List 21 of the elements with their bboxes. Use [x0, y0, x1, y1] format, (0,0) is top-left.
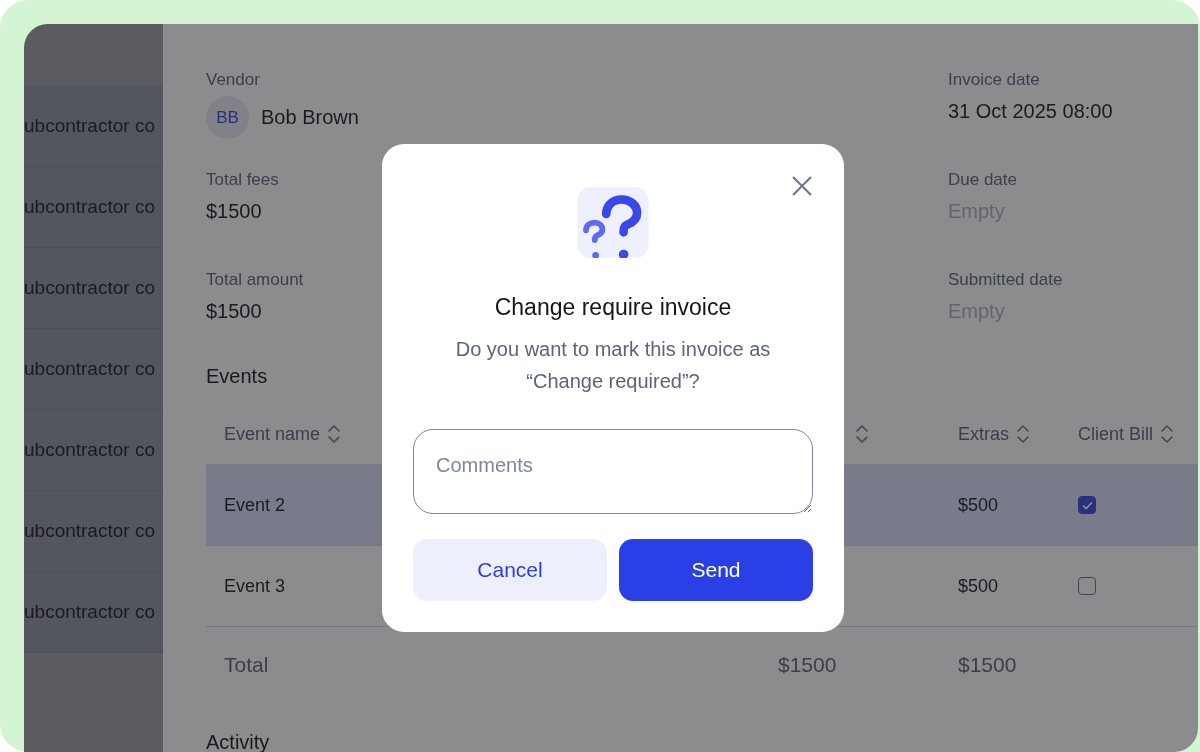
extras-amount: $500	[958, 575, 999, 597]
field-label: Submitted date	[948, 270, 1063, 290]
total-label: Total	[223, 652, 270, 678]
field-value: 31 Oct 2025 08:00	[948, 100, 1113, 123]
event-name: Event 3	[224, 575, 286, 597]
total-value: $1500	[777, 652, 838, 678]
field-value: $1500	[206, 200, 262, 223]
field-label: Invoice date	[948, 70, 1040, 90]
total-value: $1500	[957, 652, 1018, 678]
extras-amount: $500	[958, 494, 999, 516]
avatar: BB	[206, 96, 249, 139]
field-label: Total amount	[206, 270, 304, 290]
field-label: Due date	[948, 170, 1017, 190]
event-name: Event 2	[224, 494, 286, 516]
dialog-message: Do you want to mark this invoice as “Change required”?	[454, 337, 772, 395]
field-label: Vendor	[206, 70, 260, 90]
dialog-title: Change require invoice	[494, 294, 732, 322]
field-label: Total fees	[206, 170, 279, 190]
field-value: $1500	[206, 300, 262, 323]
field-value: Bob Brown	[261, 106, 359, 129]
section-title: Events	[206, 365, 268, 388]
